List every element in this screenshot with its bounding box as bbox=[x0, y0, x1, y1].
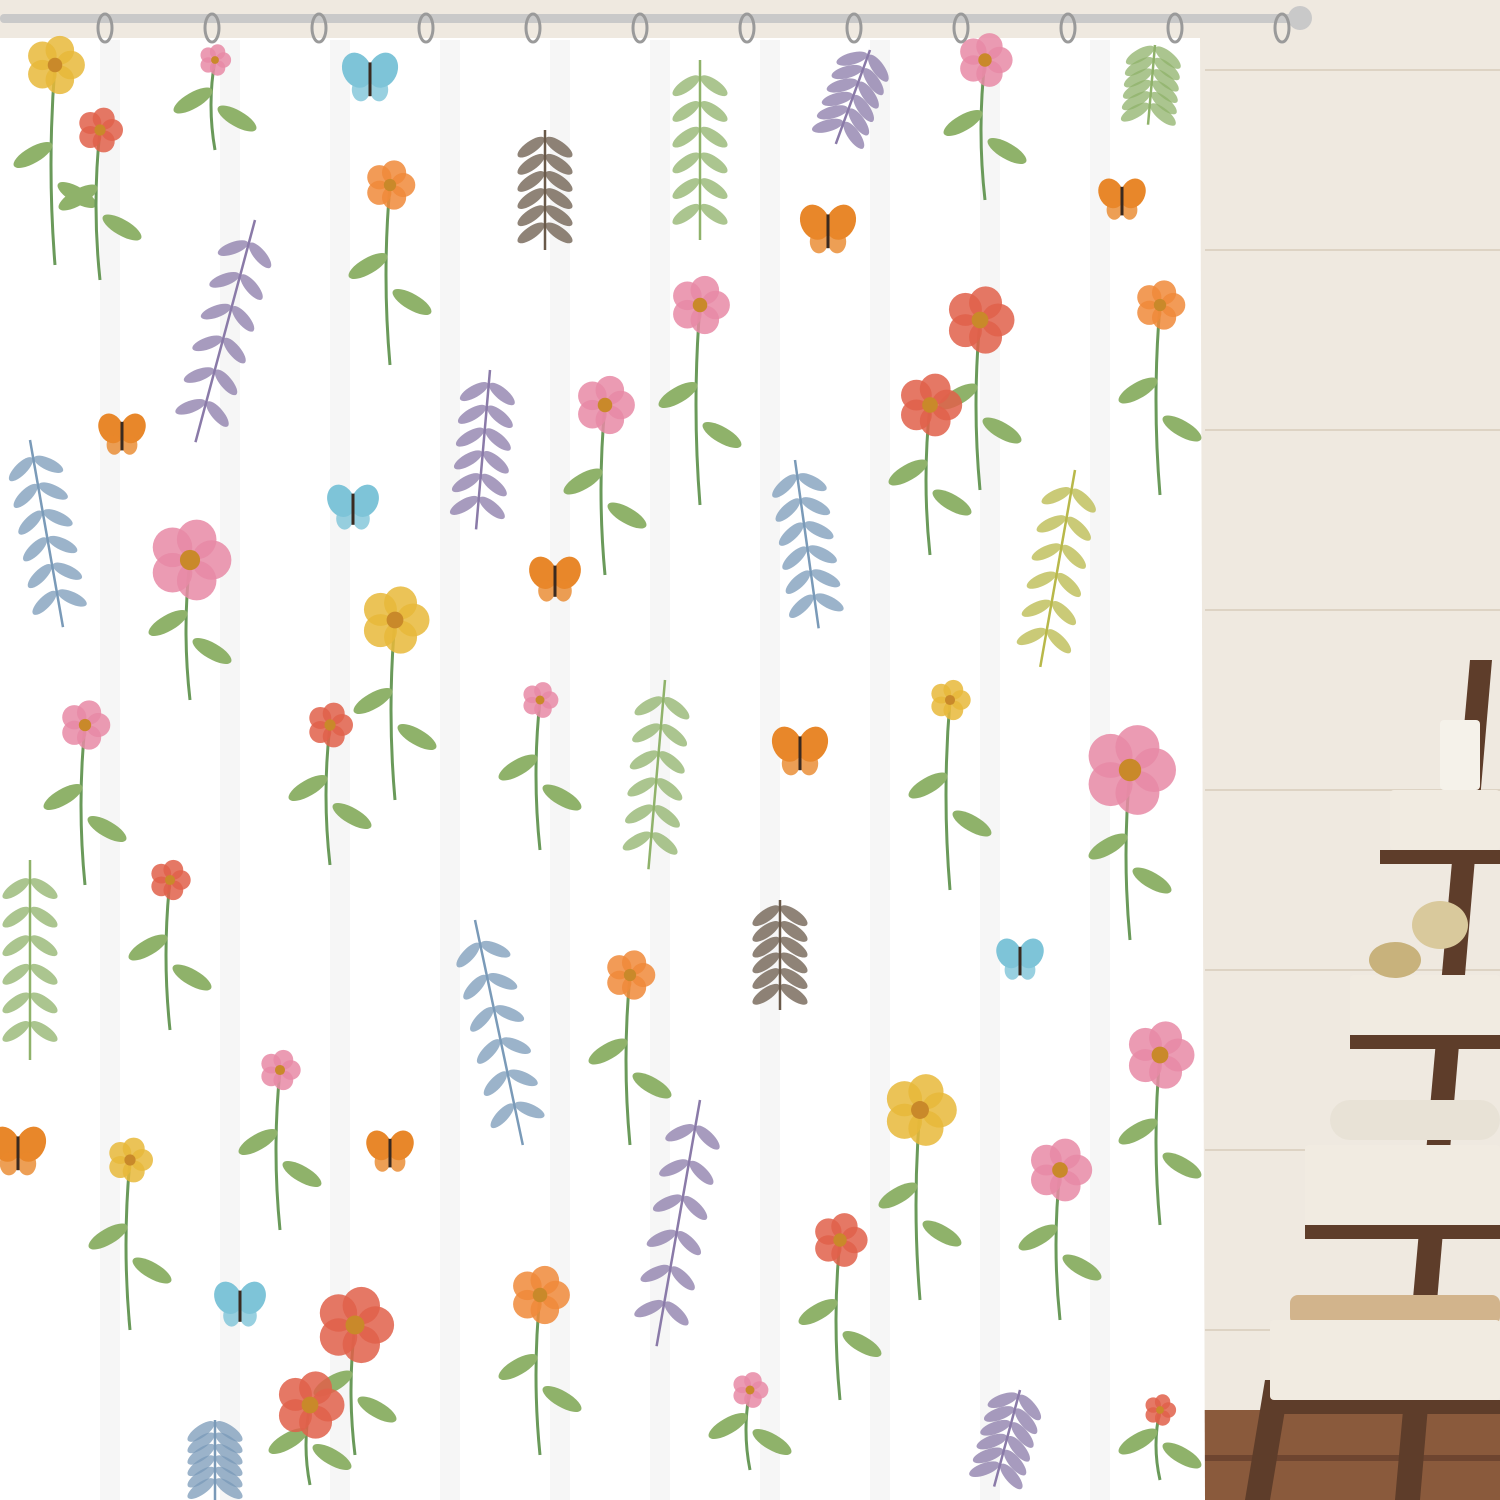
butterfly-body bbox=[826, 214, 830, 249]
butterfly-wing bbox=[1122, 200, 1138, 220]
butterfly-wing bbox=[351, 78, 370, 102]
flower-center bbox=[301, 1396, 319, 1414]
butterfly-wing bbox=[336, 508, 353, 530]
leaf-sprig bbox=[187, 1420, 243, 1500]
butterfly-wing bbox=[1004, 960, 1020, 980]
butterfly-body bbox=[1120, 186, 1124, 216]
butterfly-wing bbox=[1106, 200, 1123, 220]
flower-center bbox=[47, 57, 63, 73]
flower-center bbox=[1151, 1046, 1169, 1064]
basket bbox=[1350, 975, 1500, 1035]
butterfly-body bbox=[351, 493, 355, 525]
butterfly-wing bbox=[374, 1152, 390, 1172]
bathroom-scene bbox=[0, 0, 1500, 1500]
towel-roll bbox=[1330, 1100, 1500, 1140]
butterfly-body bbox=[16, 1136, 20, 1171]
curtain-fold bbox=[330, 40, 350, 1500]
flower-center bbox=[1156, 1406, 1164, 1414]
butterfly-wing bbox=[538, 580, 555, 602]
flower-center bbox=[535, 695, 545, 705]
flower-center bbox=[971, 311, 989, 329]
flower-center bbox=[692, 297, 708, 313]
butterfly-wing bbox=[390, 1152, 406, 1172]
curtain-fold bbox=[220, 40, 240, 1500]
flower-center bbox=[1153, 298, 1167, 312]
curtain-fold bbox=[440, 40, 460, 1500]
curtain-fold bbox=[760, 40, 780, 1500]
butterfly-wing bbox=[0, 1152, 18, 1176]
butterfly-wing bbox=[370, 78, 389, 102]
leaf-sprig bbox=[517, 130, 573, 250]
leaf-sprig bbox=[752, 900, 808, 1010]
bath-sponge bbox=[1412, 901, 1468, 949]
flower-center bbox=[833, 1233, 847, 1247]
butterfly-wing bbox=[353, 508, 370, 530]
butterfly-wing bbox=[828, 230, 847, 254]
butterfly-wing bbox=[555, 580, 572, 602]
basket bbox=[1270, 1320, 1500, 1400]
flower-center bbox=[944, 694, 956, 706]
flower-center bbox=[179, 549, 201, 571]
flower-center bbox=[274, 1064, 286, 1076]
flower-center bbox=[124, 1154, 136, 1166]
flower-center bbox=[532, 1287, 548, 1303]
flower-center bbox=[597, 397, 613, 413]
bath-sponge bbox=[1369, 942, 1421, 978]
curtain-fold bbox=[870, 40, 890, 1500]
butterfly-body bbox=[798, 736, 802, 771]
curtain-rod bbox=[0, 14, 1310, 23]
shower-curtain bbox=[0, 38, 1205, 1500]
flower-center bbox=[324, 719, 336, 731]
rod-end bbox=[1288, 6, 1312, 30]
flower-center bbox=[1052, 1162, 1068, 1178]
flower-center bbox=[383, 178, 397, 192]
butterfly-wing bbox=[18, 1152, 37, 1176]
butterfly-body bbox=[238, 1290, 242, 1322]
butterfly-body bbox=[1018, 946, 1022, 976]
basket bbox=[1390, 790, 1500, 850]
flower-center bbox=[922, 397, 938, 413]
flower-center bbox=[978, 53, 992, 67]
flower-center bbox=[911, 1101, 929, 1119]
flower-center bbox=[386, 611, 404, 629]
butterfly-body bbox=[368, 62, 372, 97]
butterfly-wing bbox=[781, 752, 801, 776]
butterfly-body bbox=[120, 421, 124, 451]
butterfly-wing bbox=[240, 1305, 257, 1327]
flower-center bbox=[345, 1315, 365, 1335]
flower-center bbox=[78, 718, 92, 732]
butterfly-body bbox=[388, 1138, 392, 1168]
flower-center bbox=[745, 1385, 755, 1395]
butterfly-wing bbox=[1019, 960, 1036, 980]
butterfly-wing bbox=[122, 435, 138, 455]
butterfly-wing bbox=[223, 1305, 241, 1327]
jar bbox=[1440, 720, 1480, 790]
flower-center bbox=[211, 56, 219, 64]
butterfly-wing bbox=[106, 435, 123, 455]
flower-center bbox=[1118, 758, 1142, 782]
curtain-fold bbox=[100, 40, 120, 1500]
butterfly-wing bbox=[800, 752, 819, 776]
curtain-fold bbox=[980, 40, 1000, 1500]
butterfly-body bbox=[553, 565, 557, 597]
flower-center bbox=[94, 124, 106, 136]
basket bbox=[1305, 1145, 1500, 1225]
butterfly-wing bbox=[809, 230, 829, 254]
flower-center bbox=[164, 874, 176, 886]
flower-center bbox=[623, 968, 637, 982]
